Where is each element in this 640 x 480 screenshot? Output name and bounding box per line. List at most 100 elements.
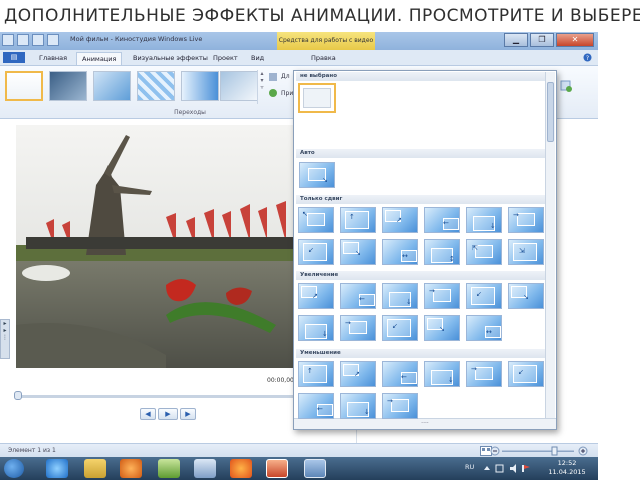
transitions-group-label: Переходы (174, 109, 206, 116)
status-text: Элемент 1 из 1 (8, 447, 56, 454)
clock-date: 11.04.2015 (548, 468, 586, 476)
maximize-button[interactable]: ❐ (530, 33, 554, 47)
transition-crossfade[interactable] (49, 71, 87, 101)
effect-zoom-out-3[interactable]: ← (382, 361, 418, 387)
help-icon[interactable]: ? (583, 53, 592, 62)
clock[interactable]: 12:52 11.04.2015 (542, 459, 592, 477)
tab-view[interactable]: Вид (246, 52, 269, 65)
transition-page[interactable] (181, 71, 219, 101)
effect-pan-1[interactable]: ↖ (298, 207, 334, 233)
effect-zoom-out-6[interactable]: ↙ (508, 361, 544, 387)
next-frame-button[interactable]: ▶ (180, 408, 196, 420)
seek-bar[interactable] (16, 395, 296, 398)
pan-zoom-apply-icon[interactable] (560, 80, 572, 92)
transition-none[interactable] (5, 71, 43, 101)
language-indicator[interactable]: RU (465, 463, 474, 471)
tab-animation[interactable]: Анимация (76, 52, 123, 65)
notepad-icon[interactable] (194, 459, 216, 478)
effect-zoom-out-2[interactable]: ↗ (340, 361, 376, 387)
title-bar: Мой фильм - Киностудия Windows Live Сред… (0, 32, 598, 50)
effect-zoom-in-9[interactable]: ↙ (382, 315, 418, 341)
effect-zoom-in-5[interactable]: ↙ (466, 283, 502, 309)
play-button[interactable]: ▶ (158, 408, 178, 420)
effect-pan-8[interactable]: ↘ (340, 239, 376, 265)
tab-home[interactable]: Главная (34, 52, 72, 65)
effect-zoom-out-4[interactable]: ↓ (424, 361, 460, 387)
effect-zoom-in-11[interactable]: ↔ (466, 315, 502, 341)
gallery-scroll-thumb[interactable] (547, 82, 554, 142)
panel-splitter-handle[interactable]: ▸ ▸ ⋮ (0, 319, 10, 359)
movie-maker-taskbar-icon[interactable] (304, 459, 326, 478)
transition-zoom[interactable] (93, 71, 131, 101)
save-icon[interactable] (17, 34, 29, 46)
taskbar: RU 12:52 11.04.2015 (0, 457, 598, 480)
effect-zoom-out-9[interactable]: → (382, 393, 418, 419)
paint-icon[interactable] (158, 459, 180, 478)
media-player-icon[interactable] (120, 459, 142, 478)
zoom-slider[interactable] (490, 446, 590, 456)
transition-blur[interactable] (220, 71, 258, 101)
effect-pan-10[interactable]: ↕ (424, 239, 460, 265)
firefox-icon[interactable] (230, 459, 252, 478)
effect-zoom-out-8[interactable]: ↓ (340, 393, 376, 419)
effect-zoom-in-6[interactable]: ↘ (508, 283, 544, 309)
app-icon (2, 34, 14, 46)
effect-pan-2[interactable]: ↑ (340, 207, 376, 233)
effect-pan-7[interactable]: ↙ (298, 239, 334, 265)
folder-icon[interactable] (84, 459, 106, 478)
effect-pan-12[interactable]: ⇲ (508, 239, 544, 265)
window-controls: ▁ ❐ ✕ (504, 33, 594, 47)
effect-zoom-in-2[interactable]: ← (340, 283, 376, 309)
effect-zoom-in-3[interactable]: ↓ (382, 283, 418, 309)
start-button[interactable] (4, 459, 24, 478)
effect-pan-3[interactable]: ↗ (382, 207, 418, 233)
ie-icon[interactable] (46, 459, 68, 478)
gallery-resize-grip[interactable]: ···· (294, 418, 556, 429)
effect-zoom-out-7[interactable]: ← (298, 393, 334, 419)
powerpoint-icon[interactable] (266, 459, 288, 478)
video-preview (16, 125, 296, 368)
previous-frame-button[interactable]: ◀ (140, 408, 156, 420)
effect-pan-6[interactable]: → (508, 207, 544, 233)
movie-maker-window: Мой фильм - Киностудия Windows Live Сред… (0, 32, 598, 480)
gallery-scroll-arrows[interactable]: ▴ ▾ ▿ (257, 70, 266, 104)
effect-zoom-in-7[interactable]: ↓ (298, 315, 334, 341)
effect-zoom-out-1[interactable]: ↑ (298, 361, 334, 387)
effect-auto[interactable]: ↘ (299, 162, 335, 188)
window-title: Мой фильм - Киностудия Windows Live (70, 35, 203, 43)
effect-zoom-in-10[interactable]: ↘ (424, 315, 460, 341)
app-menu-button[interactable]: ▤ (3, 52, 25, 63)
section-pan-only-header: Только сдвиг (296, 195, 545, 204)
pan-zoom-gallery: не выбрано Авто ↘ Только сдвиг Увеличени… (293, 70, 557, 430)
system-tray-icons[interactable] (482, 464, 538, 473)
duration-icon (269, 73, 277, 81)
apply-all-label[interactable]: При (281, 90, 293, 97)
tab-visual-effects[interactable]: Визуальные эффекты (128, 52, 213, 65)
tab-edit[interactable]: Правка (306, 52, 341, 65)
section-auto-header: Авто (296, 149, 545, 158)
video-tools-context: Средства для работы с видео (277, 32, 375, 50)
transition-pixelate[interactable] (137, 71, 175, 101)
minimize-button[interactable]: ▁ (504, 33, 528, 47)
clock-time: 12:52 (557, 459, 577, 467)
effect-none[interactable] (298, 83, 336, 113)
undo-icon[interactable] (32, 34, 44, 46)
effect-zoom-in-1[interactable]: ↗ (298, 283, 334, 309)
redo-icon[interactable] (47, 34, 59, 46)
tab-project[interactable]: Проект (208, 52, 243, 65)
effect-pan-9[interactable]: ↔ (382, 239, 418, 265)
timecode: 00:00,00 (267, 377, 294, 384)
seek-handle[interactable] (14, 391, 22, 400)
effect-zoom-in-4[interactable]: → (424, 283, 460, 309)
ribbon-tabs: ▤ Главная Анимация Визуальные эффекты Пр… (0, 50, 598, 66)
slide-title: ДОПОЛНИТЕЛЬНЫЕ ЭФФЕКТЫ АНИМАЦИИ. ПРОСМОТ… (4, 6, 640, 26)
effect-pan-4[interactable]: ← (424, 207, 460, 233)
playback-controls: ◀ ▶ ▶ (140, 408, 196, 420)
gallery-scrollbar[interactable] (545, 72, 555, 418)
effect-pan-11[interactable]: ⇱ (466, 239, 502, 265)
effect-pan-5[interactable]: ↓ (466, 207, 502, 233)
apply-all-icon[interactable] (268, 88, 278, 98)
close-button[interactable]: ✕ (556, 33, 594, 47)
effect-zoom-out-5[interactable]: → (466, 361, 502, 387)
effect-zoom-in-8[interactable]: → (340, 315, 376, 341)
